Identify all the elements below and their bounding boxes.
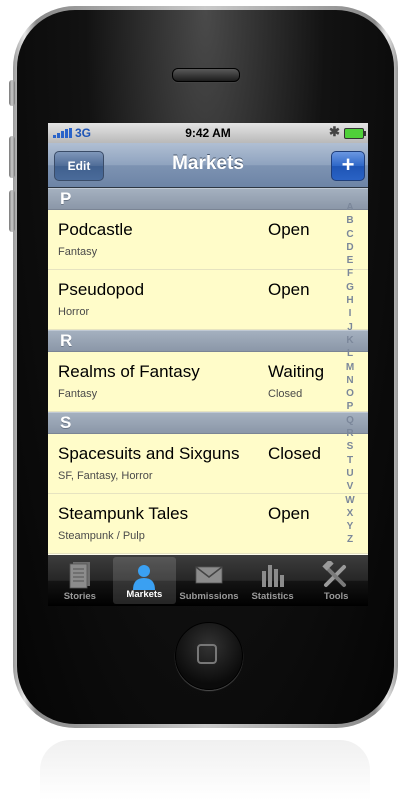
tab-label: Tools <box>323 591 349 602</box>
stories-icon <box>69 562 90 589</box>
bluetooth-icon: ✱ <box>329 124 340 139</box>
section-header-p: P <box>48 188 368 210</box>
page-title: Markets <box>172 153 244 174</box>
index-letter[interactable]: L <box>340 347 360 360</box>
mute-switch <box>9 80 15 106</box>
list-item[interactable]: Steampunk Tales Open Steampunk / Pulp <box>48 494 368 554</box>
add-market-button[interactable]: + <box>331 151 365 181</box>
index-letter[interactable]: F <box>340 267 360 280</box>
index-letter[interactable]: A <box>340 201 360 214</box>
tab-label: Submissions <box>179 591 239 602</box>
bar-chart-icon <box>261 565 284 587</box>
tab-label: Statistics <box>251 591 294 602</box>
tab-statistics[interactable]: Statistics <box>241 555 305 606</box>
section-header-s: S <box>48 412 368 434</box>
index-letter[interactable]: E <box>340 254 360 267</box>
index-letter[interactable]: C <box>340 228 360 241</box>
market-status: Open <box>268 504 310 523</box>
tab-label: Markets <box>126 589 163 600</box>
market-genre: SF, Fantasy, Horror <box>58 470 153 482</box>
tab-label: Stories <box>63 591 96 602</box>
index-letter[interactable]: V <box>340 480 360 493</box>
index-letter[interactable]: Q <box>340 414 360 427</box>
index-letter[interactable]: K <box>340 334 360 347</box>
section-index[interactable]: ABCDEFGHIJKLMNOPQRSTUVWXYZ <box>340 201 360 547</box>
index-letter[interactable]: S <box>340 440 360 453</box>
index-letter[interactable]: W <box>340 494 360 507</box>
index-letter[interactable]: P <box>340 400 360 413</box>
device-reflection <box>40 740 370 800</box>
index-letter[interactable]: M <box>340 361 360 374</box>
market-name: Pseudopod <box>58 280 145 299</box>
index-letter[interactable]: H <box>340 294 360 307</box>
market-genre: Fantasy <box>58 246 98 258</box>
market-genre: Steampunk / Pulp <box>58 530 145 542</box>
volume-down-button <box>9 190 15 232</box>
market-status: Open <box>268 220 310 239</box>
market-name: Realms of Fantasy <box>58 362 200 381</box>
market-note: Closed <box>268 388 303 400</box>
market-name: Spacesuits and Sixguns <box>58 444 240 463</box>
market-status: Waiting <box>268 362 325 381</box>
market-status: Closed <box>268 444 321 463</box>
index-letter[interactable]: R <box>340 427 360 440</box>
index-letter[interactable]: J <box>340 321 360 334</box>
volume-up-button <box>9 136 15 178</box>
index-letter[interactable]: B <box>340 214 360 227</box>
index-letter[interactable]: D <box>340 241 360 254</box>
tab-tools[interactable]: Tools <box>304 555 368 606</box>
index-letter[interactable]: G <box>340 281 360 294</box>
person-icon <box>133 565 156 590</box>
list-item[interactable]: Spacesuits and Sixguns Closed SF, Fantas… <box>48 434 368 494</box>
app-screen: 3G 9:42 AM ✱ Edit Markets + P Podcastle … <box>48 123 368 606</box>
index-letter[interactable]: I <box>340 307 360 320</box>
market-genre: Horror <box>58 306 90 318</box>
home-button-icon <box>197 644 217 664</box>
battery-icon <box>344 128 366 139</box>
index-letter[interactable]: Z <box>340 533 360 546</box>
navigation-bar: Edit Markets + <box>48 143 368 188</box>
tab-markets[interactable]: Markets <box>112 557 177 604</box>
market-genre: Fantasy <box>58 388 98 400</box>
status-time: 9:42 AM <box>185 126 231 140</box>
tab-bar: Stories Markets Submissions Statistics T… <box>48 555 368 606</box>
market-name: Steampunk Tales <box>58 504 189 523</box>
index-letter[interactable]: X <box>340 507 360 520</box>
index-letter[interactable]: N <box>340 374 360 387</box>
markets-list[interactable]: P Podcastle Open Fantasy Pseudopod Open … <box>48 188 368 555</box>
list-item[interactable]: Pseudopod Open Horror <box>48 270 368 330</box>
index-letter[interactable]: Y <box>340 520 360 533</box>
market-status: Open <box>268 280 310 299</box>
tools-icon <box>322 561 347 587</box>
status-bar: 3G 9:42 AM ✱ <box>48 123 368 143</box>
list-item[interactable]: Podcastle Open Fantasy <box>48 210 368 270</box>
list-item[interactable]: Realms of Fantasy Waiting Fantasy Closed <box>48 352 368 412</box>
section-header-r: R <box>48 330 368 352</box>
index-letter[interactable]: T <box>340 454 360 467</box>
tab-submissions[interactable]: Submissions <box>177 555 241 606</box>
envelope-icon <box>195 566 223 584</box>
earpiece-speaker <box>172 68 240 82</box>
index-letter[interactable]: O <box>340 387 360 400</box>
tab-stories[interactable]: Stories <box>48 555 112 606</box>
index-letter[interactable]: U <box>340 467 360 480</box>
market-name: Podcastle <box>58 220 133 239</box>
